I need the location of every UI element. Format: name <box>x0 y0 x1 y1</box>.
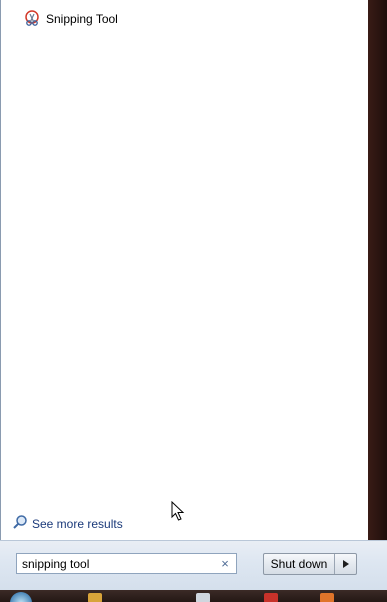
search-input[interactable] <box>17 556 217 571</box>
see-more-label: See more results <box>32 517 123 531</box>
mouse-pointer-icon <box>171 500 185 521</box>
power-controls: Shut down <box>263 553 357 575</box>
triangle-right-icon <box>342 555 349 573</box>
shutdown-options-button[interactable] <box>335 554 356 574</box>
see-more-results-link[interactable]: See more results <box>12 514 123 535</box>
taskbar-app-icon[interactable] <box>264 593 278 602</box>
taskbar-app-icon[interactable] <box>88 593 102 602</box>
desktop-wallpaper <box>367 0 387 546</box>
shutdown-button[interactable]: Shut down <box>264 554 335 574</box>
taskbar-app-icon[interactable] <box>196 593 210 602</box>
result-label: Snipping Tool <box>46 12 118 26</box>
result-snipping-tool[interactable]: Snipping Tool <box>23 9 118 29</box>
start-menu-results-panel: Snipping Tool See more results <box>0 0 368 546</box>
taskbar-app-icon[interactable] <box>320 593 334 602</box>
start-menu-bottom-bar: × Shut down <box>0 540 387 591</box>
start-orb[interactable] <box>10 592 32 602</box>
search-box: × <box>16 553 237 574</box>
taskbar <box>0 590 387 602</box>
clear-search-icon[interactable]: × <box>217 556 233 572</box>
search-icon <box>12 514 28 535</box>
scissors-icon <box>23 10 41 28</box>
